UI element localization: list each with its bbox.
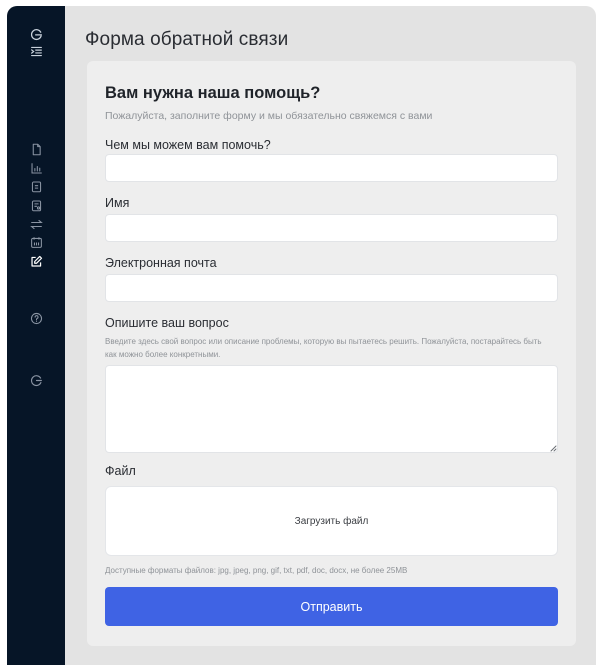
question-hint: Введите здесь свой вопрос или описание п… bbox=[105, 337, 542, 359]
email-label: Электронная почта bbox=[105, 256, 217, 270]
file-upload-area[interactable]: Загрузить файл bbox=[105, 486, 558, 556]
document-icon[interactable] bbox=[29, 142, 43, 156]
topic-input[interactable] bbox=[105, 154, 558, 182]
form-heading: Вам нужна наша помощь? bbox=[105, 84, 321, 102]
main-content: Форма обратной связи Вам нужна наша помо… bbox=[65, 6, 596, 665]
calendar-list-icon[interactable] bbox=[29, 198, 43, 212]
name-input[interactable] bbox=[105, 214, 558, 242]
file-formats-note: Доступные форматы файлов: jpg, jpeg, png… bbox=[105, 566, 408, 575]
clipboard-icon[interactable] bbox=[29, 179, 43, 193]
menu-indent-icon[interactable] bbox=[29, 44, 43, 58]
question-textarea[interactable] bbox=[105, 365, 558, 453]
logout-icon[interactable] bbox=[29, 373, 43, 387]
upload-file-label: Загрузить файл bbox=[294, 515, 369, 527]
sidebar bbox=[7, 6, 65, 665]
page-title: Форма обратной связи bbox=[85, 29, 289, 50]
submit-button[interactable]: Отправить bbox=[105, 587, 558, 626]
app-window: Форма обратной связи Вам нужна наша помо… bbox=[7, 6, 596, 665]
help-icon[interactable] bbox=[29, 311, 43, 325]
bar-chart-icon[interactable] bbox=[29, 161, 43, 175]
logo-icon[interactable] bbox=[29, 27, 43, 41]
form-subheading: Пожалуйста, заполните форму и мы обязате… bbox=[105, 110, 433, 122]
calendar-icon[interactable] bbox=[29, 235, 43, 249]
question-label: Опишите ваш вопрос bbox=[105, 316, 229, 330]
resize-handle-icon[interactable] bbox=[549, 444, 557, 452]
topic-label: Чем мы можем вам помочь? bbox=[105, 138, 271, 152]
transfer-icon[interactable] bbox=[29, 217, 43, 231]
edit-icon[interactable] bbox=[29, 254, 43, 268]
name-label: Имя bbox=[105, 196, 130, 210]
file-label: Файл bbox=[105, 464, 136, 478]
feedback-form-card: Вам нужна наша помощь? Пожалуйста, запол… bbox=[87, 61, 576, 646]
email-input[interactable] bbox=[105, 274, 558, 302]
